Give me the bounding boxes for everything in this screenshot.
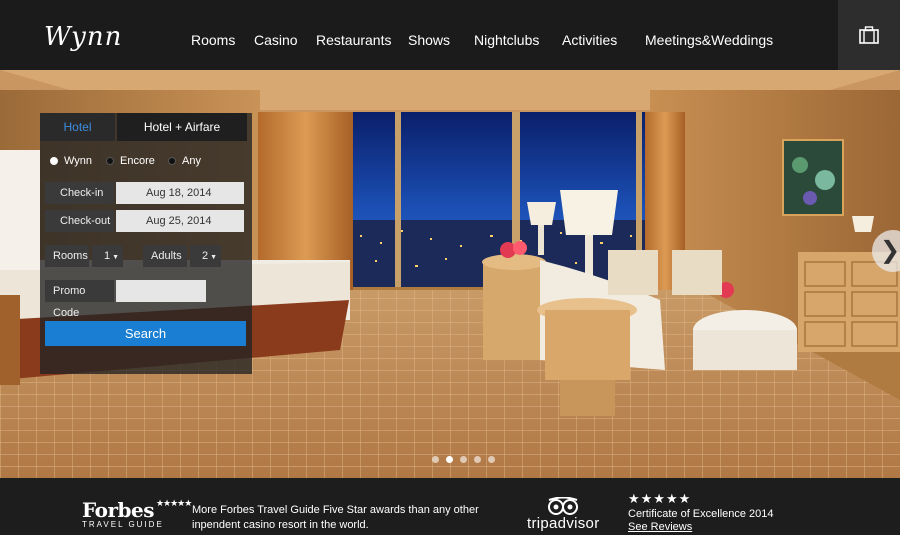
checkin-label: Check-in	[45, 182, 114, 204]
nav-item-casino[interactable]: Casino	[254, 32, 298, 48]
rooms-value: 1	[104, 250, 111, 262]
nav-item-rooms[interactable]: Rooms	[191, 32, 235, 48]
forbes-logo: Forbes ★★★★★ TRAVEL GUIDE	[82, 498, 192, 529]
search-button[interactable]: Search	[45, 321, 246, 346]
tripadvisor-logo: tripadvisor	[527, 497, 600, 532]
radio-dot	[168, 157, 176, 165]
nav-item-shows[interactable]: Shows	[408, 32, 450, 48]
radio-dot	[106, 157, 114, 165]
carousel-pagination	[432, 456, 495, 463]
tripadvisor-stars: ★★★★★	[628, 491, 692, 506]
chevron-down-icon: ▼	[210, 254, 218, 261]
property-options: Wynn Encore Any	[50, 155, 245, 171]
radio-dot-selected	[50, 157, 58, 165]
nav-item-meetings-weddings[interactable]: Meetings&Weddings	[645, 32, 773, 48]
suitcase-button[interactable]	[838, 0, 900, 70]
suitcase-icon	[859, 26, 879, 44]
tripadvisor-award: ★★★★★ Certificate of Excellence 2014 See…	[628, 491, 774, 533]
forbes-wordmark: Forbes	[82, 498, 154, 522]
radio-any[interactable]: Any	[168, 155, 201, 167]
awards-footer: Forbes ★★★★★ TRAVEL GUIDE More Forbes Tra…	[0, 478, 900, 535]
booking-widget: Hotel Hotel + Airfare Wynn Encore Any Ch…	[40, 113, 252, 374]
chevron-right-icon: ❯	[880, 236, 900, 264]
carousel-dot-active[interactable]	[446, 456, 453, 463]
carousel-dot[interactable]	[474, 456, 481, 463]
radio-label-encore: Encore	[120, 155, 155, 167]
checkin-date-field[interactable]: Aug 18, 2014	[116, 182, 244, 204]
adults-value: 2	[202, 250, 209, 262]
certificate-text: Certificate of Excellence 2014	[628, 508, 774, 520]
tripadvisor-owl-icon	[548, 497, 579, 515]
wynn-logo[interactable]: Wynn	[44, 22, 122, 52]
radio-label-any: Any	[182, 155, 201, 167]
forbes-stars: ★★★★★	[155, 498, 192, 508]
tab-hotel[interactable]: Hotel	[40, 113, 115, 141]
radio-encore[interactable]: Encore	[106, 155, 155, 167]
forbes-award-text: More Forbes Travel Guide Five Star award…	[192, 504, 479, 531]
checkout-date-field[interactable]: Aug 25, 2014	[116, 210, 244, 232]
hero-carousel: Hotel Hotel + Airfare Wynn Encore Any Ch…	[0, 70, 900, 478]
promo-code-input[interactable]	[116, 280, 206, 302]
page: Wynn Rooms Casino Restaurants Shows Nigh…	[0, 0, 900, 535]
rooms-label: Rooms	[45, 245, 89, 267]
site-header: Wynn Rooms Casino Restaurants Shows Nigh…	[0, 0, 900, 70]
chevron-down-icon: ▼	[112, 254, 120, 261]
rooms-select[interactable]: 1 ▼	[92, 245, 123, 267]
nav-item-restaurants[interactable]: Restaurants	[316, 32, 391, 48]
nav-item-nightclubs[interactable]: Nightclubs	[474, 32, 539, 48]
nav-item-activities[interactable]: Activities	[562, 32, 617, 48]
promo-code-label: Promo Code	[45, 280, 114, 319]
tripadvisor-wordmark: tripadvisor	[527, 515, 600, 532]
adults-label: Adults	[143, 245, 187, 267]
see-reviews-link[interactable]: See Reviews	[628, 521, 774, 533]
adults-select[interactable]: 2 ▼	[190, 245, 221, 267]
tab-hotel-airfare[interactable]: Hotel + Airfare	[117, 113, 247, 141]
carousel-dot[interactable]	[488, 456, 495, 463]
radio-wynn[interactable]: Wynn	[50, 155, 92, 167]
radio-label-wynn: Wynn	[64, 155, 93, 167]
carousel-dot[interactable]	[432, 456, 439, 463]
carousel-dot[interactable]	[460, 456, 467, 463]
checkout-label: Check-out	[45, 210, 114, 232]
